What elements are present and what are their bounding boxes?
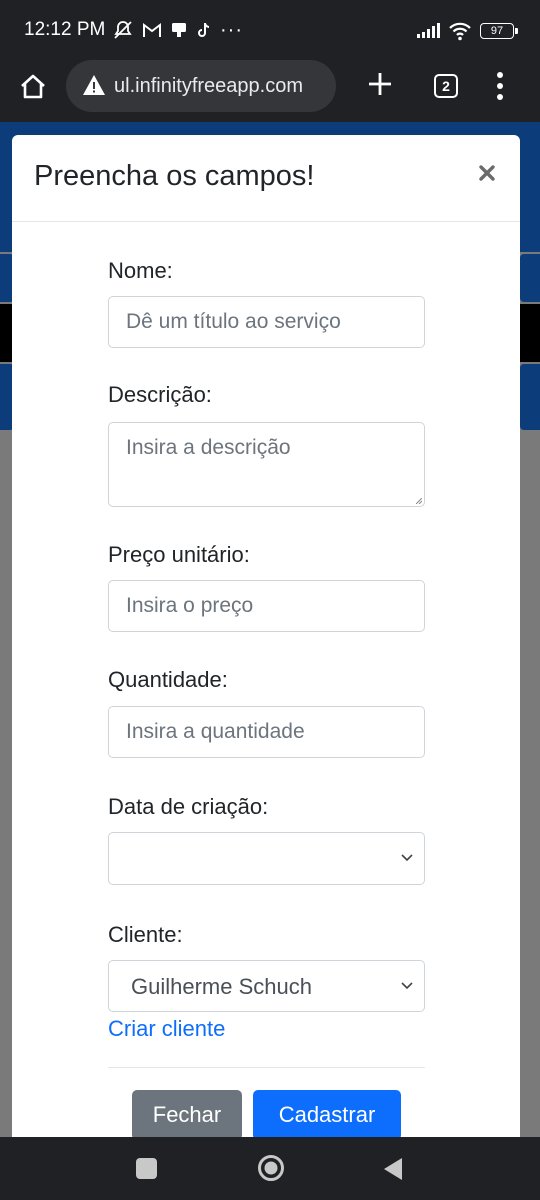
create-client-link[interactable]: Criar cliente [108, 1016, 225, 1042]
mute-icon [114, 21, 132, 39]
wifi-icon [449, 22, 471, 41]
chevron-down-icon [401, 854, 413, 862]
resize-handle-icon[interactable] [416, 498, 422, 504]
nome-label: Nome: [108, 258, 173, 283]
descricao-textarea[interactable]: Insira a descrição [108, 422, 425, 507]
data-label: Data de criação: [108, 794, 269, 819]
tabs-icon[interactable]: 2 [434, 74, 458, 98]
descricao-label: Descrição: [108, 382, 212, 407]
notification-icons: ··· [112, 18, 243, 42]
background-block [520, 304, 540, 362]
battery-level: 97 [490, 25, 504, 37]
modal-title: Preencha os campos! [34, 160, 315, 192]
quantidade-label: Quantidade: [108, 667, 228, 692]
tiktok-icon [198, 22, 210, 37]
service-modal: Preencha os campos! Nome: Dê um título a… [12, 135, 520, 1137]
submit-button[interactable]: Cadastrar [253, 1090, 401, 1137]
status-indicators: 97 [416, 20, 518, 42]
home-circle-icon[interactable] [256, 1153, 286, 1183]
close-icon[interactable] [475, 161, 499, 185]
footer-divider [108, 1067, 425, 1068]
plus-icon[interactable] [366, 70, 394, 98]
background-block [520, 254, 540, 302]
gmail-icon [143, 23, 161, 37]
recents-icon[interactable] [136, 1158, 157, 1179]
quantidade-input[interactable]: Insira a quantidade [108, 706, 425, 758]
battery-icon: 97 [480, 23, 518, 39]
tab-count: 2 [442, 78, 450, 94]
address-bar[interactable]: ul.infinityfreeapp.com [66, 60, 336, 112]
more-notifications: ··· [220, 18, 243, 41]
navigation-bar [0, 1137, 540, 1200]
descricao-placeholder: Insira a descrição [126, 436, 291, 459]
cliente-value: Guilherme Schuch [131, 974, 312, 999]
close-button[interactable]: Fechar [132, 1090, 242, 1137]
chat-icon [172, 23, 186, 37]
home-icon[interactable] [18, 72, 48, 102]
status-bar: 12:12 PM ··· 97 [0, 0, 540, 60]
data-select[interactable] [108, 832, 425, 885]
preco-label: Preço unitário: [108, 542, 250, 567]
preco-input[interactable]: Insira o preço [108, 580, 425, 632]
preco-placeholder: Insira o preço [126, 594, 254, 617]
background-block [520, 364, 540, 430]
modal-header: Preencha os campos! [12, 135, 520, 222]
cliente-select[interactable]: Guilherme Schuch [108, 960, 425, 1012]
menu-icon[interactable] [492, 70, 508, 102]
browser-toolbar: ul.infinityfreeapp.com 2 [0, 60, 540, 122]
url-text: ul.infinityfreeapp.com [114, 75, 303, 97]
chevron-down-icon [401, 982, 413, 990]
back-icon[interactable] [382, 1156, 404, 1182]
warning-icon [83, 75, 105, 95]
cliente-label: Cliente: [108, 922, 183, 947]
nome-placeholder: Dê um título ao serviço [126, 310, 341, 333]
signal-icon [417, 23, 440, 38]
quantidade-placeholder: Insira a quantidade [126, 720, 305, 743]
status-time: 12:12 PM [24, 19, 106, 40]
nome-input[interactable]: Dê um título ao serviço [108, 296, 425, 348]
